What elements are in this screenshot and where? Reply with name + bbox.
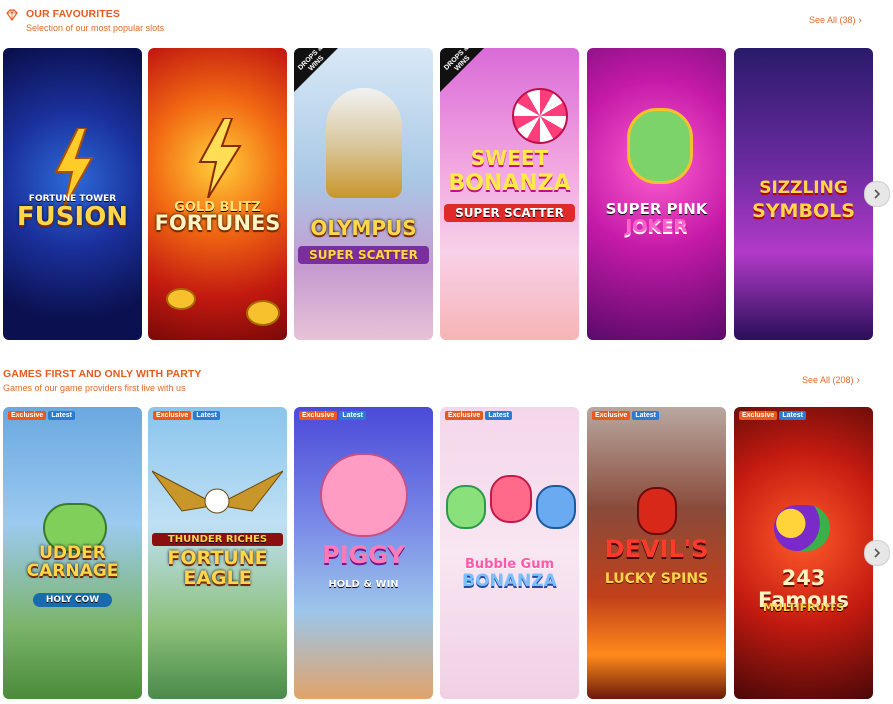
devil-character [637,487,677,535]
chevron-right-icon [874,548,881,558]
eagle-wings [152,470,283,514]
exclusive-badge: Exclusive [153,411,192,420]
game-title: SYMBOLS [752,200,855,222]
game-title: BONANZA [448,171,571,196]
latest-badge: Latest [485,411,512,420]
gumball-machine [490,475,532,523]
game-title: FUSION [16,202,129,232]
exclusive-badge: Exclusive [592,411,631,420]
chevron-right-icon: › [858,15,862,26]
exclusive-badge: Exclusive [299,411,338,420]
game-card-gold-blitz[interactable]: GOLD BLITZ FORTUNES [148,48,287,340]
favourites-header: OUR FAVOURITES Selection of our most pop… [0,0,893,40]
game-title: FORTUNE EAGLE [167,547,268,589]
exclusive-badge: Exclusive [8,411,47,420]
gold-coin [166,288,196,310]
game-card-devils-lucky-spins[interactable]: Exclusive Latest DEVIL'S LUCKY SPINS [587,407,726,699]
see-all-label: See All (208) [802,375,854,385]
badge-group: Exclusive Latest [8,411,75,420]
game-card-magic-piggy[interactable]: Exclusive Latest PIGGY HOLD & WIN [294,407,433,699]
first-only-title: GAMES FIRST AND ONLY WITH PARTY [3,368,202,380]
game-subtitle: HOLY COW [33,593,112,607]
game-subtitle: Bubble Gum [464,557,555,572]
game-card-fortune-eagle[interactable]: Exclusive Latest THUNDER RICHES FORTUNE … [148,407,287,699]
gumball-machine [536,485,576,529]
favourites-title: OUR FAVOURITES [26,8,120,20]
joker-face [627,108,693,184]
zeus-figure [326,88,402,198]
game-card-sizzling-symbols[interactable]: SIZZLING SYMBOLS [734,48,873,340]
fruit-cluster [774,505,830,551]
diamond-icon [6,9,18,22]
game-title: PIGGY [322,541,405,569]
game-subtitle: THUNDER RICHES [152,533,283,546]
chevron-right-icon [874,189,881,199]
game-subtitle: SUPER SCATTER [298,246,429,264]
favourites-subtitle: Selection of our most popular slots [26,23,165,33]
game-title: UDDER CARNAGE [26,543,119,581]
game-card-olympus[interactable]: DROPS & WINS OLYMPUS SUPER SCATTER [294,48,433,340]
badge-group: Exclusive Latest [592,411,659,420]
latest-badge: Latest [339,411,366,420]
game-title: FORTUNES [154,211,281,235]
exclusive-badge: Exclusive [739,411,778,420]
game-card-bubble-gum-bonanza[interactable]: Exclusive Latest Bubble Gum BONANZA [440,407,579,699]
game-card-fusion[interactable]: FORTUNE TOWER FUSION [3,48,142,340]
game-title: JOKER [625,216,688,237]
badge-group: Exclusive Latest [445,411,512,420]
game-title: BONANZA [462,571,557,591]
favourites-next-button[interactable] [864,181,890,207]
game-card-super-pink-joker[interactable]: SUPER PINK JOKER [587,48,726,340]
first-only-next-button[interactable] [864,540,890,566]
game-subtitle: HOLD & WIN [328,579,399,590]
game-subtitle: SUPER SCATTER [444,204,575,222]
game-card-243-famous[interactable]: Exclusive Latest 243 Famous MULTIFRUITS [734,407,873,699]
game-card-udder-carnage[interactable]: Exclusive Latest UDDER CARNAGE HOLY COW [3,407,142,699]
game-card-sweet-bonanza[interactable]: DROPS & WINS SWEET BONANZA SUPER SCATTER [440,48,579,340]
first-only-section: GAMES FIRST AND ONLY WITH PARTY Games of… [0,360,893,704]
favourites-section: OUR FAVOURITES Selection of our most pop… [0,0,893,350]
latest-badge: Latest [779,411,806,420]
badge-group: Exclusive Latest [299,411,366,420]
first-only-header: GAMES FIRST AND ONLY WITH PARTY Games of… [0,360,893,400]
game-subtitle: SIZZLING [759,178,848,198]
lightning-icon [198,118,242,198]
game-top-word: SWEET [470,146,549,170]
chevron-right-icon: › [856,375,860,386]
gold-coin [246,300,280,326]
favourites-see-all-link[interactable]: See All (38) › [809,15,862,26]
game-title: DEVIL'S [604,535,709,563]
latest-badge: Latest [193,411,220,420]
latest-badge: Latest [48,411,75,420]
exclusive-badge: Exclusive [445,411,484,420]
first-only-subtitle: Games of our game providers first live w… [3,383,186,393]
lollipop [512,88,568,144]
latest-badge: Latest [632,411,659,420]
badge-group: Exclusive Latest [153,411,220,420]
game-title: OLYMPUS [310,216,417,240]
badge-group: Exclusive Latest [739,411,806,420]
gumball-machine [446,485,486,529]
first-only-see-all-link[interactable]: See All (208) › [802,375,860,386]
see-all-label: See All (38) [809,15,856,25]
game-subtitle: LUCKY SPINS [604,571,709,587]
game-subtitle: MULTIFRUITS [762,601,845,614]
pig-character [320,453,408,537]
